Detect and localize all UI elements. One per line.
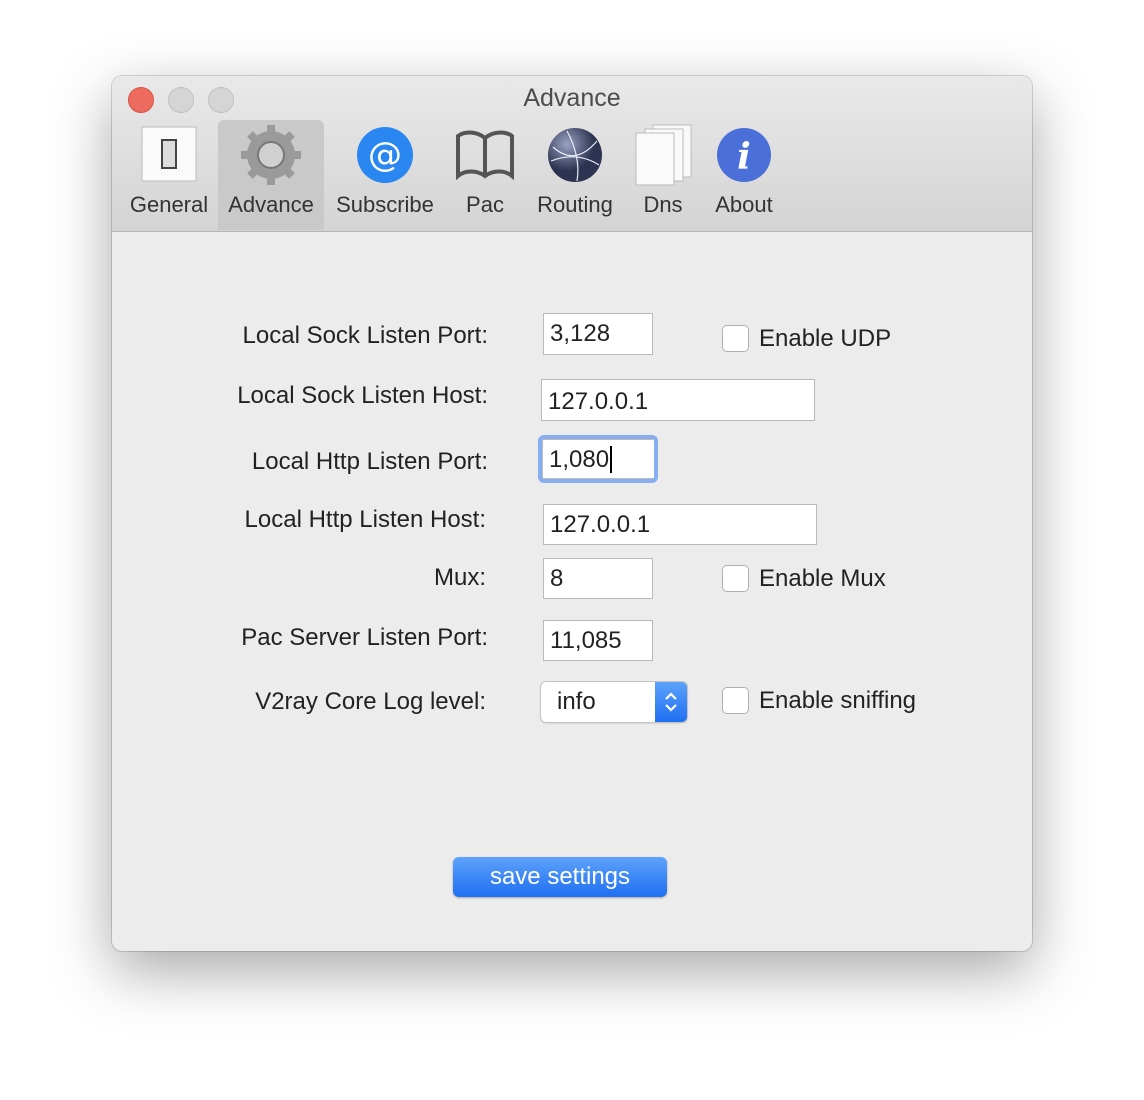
sock-host-input[interactable]: 127.0.0.1: [541, 379, 815, 421]
enable-mux-label: Enable Mux: [759, 565, 886, 592]
tab-subscribe[interactable]: @ Subscribe: [330, 120, 440, 230]
pac-port-input[interactable]: 11,085: [543, 620, 653, 661]
tab-dns[interactable]: Dns: [628, 120, 698, 230]
book-icon: [455, 120, 515, 190]
toolbar: Advance General Advance @ Subscribe Pac …: [112, 76, 1032, 232]
sock-host-label: Local Sock Listen Host:: [237, 382, 488, 409]
http-port-value: 1,080: [549, 446, 610, 473]
text-cursor: [610, 446, 619, 473]
svg-text:i: i: [737, 136, 751, 178]
http-host-label: Local Http Listen Host:: [244, 506, 486, 533]
sock-port-input[interactable]: 3,128: [543, 313, 653, 355]
switch-icon: [141, 120, 197, 190]
pac-port-label: Pac Server Listen Port:: [241, 624, 488, 651]
at-icon: @: [356, 120, 414, 190]
chevron-updown-icon: [655, 682, 687, 722]
tab-pac[interactable]: Pac: [452, 120, 518, 230]
gear-icon: [239, 120, 303, 190]
sock-port-label: Local Sock Listen Port:: [242, 322, 488, 349]
save-settings-button[interactable]: save settings: [453, 857, 667, 897]
http-host-input[interactable]: 127.0.0.1: [543, 504, 817, 545]
enable-sniffing-label: Enable sniffing: [759, 687, 917, 714]
enable-udp-label: Enable UDP: [759, 325, 892, 352]
window-title: Advance: [523, 84, 621, 112]
mux-input[interactable]: 8: [543, 558, 653, 599]
enable-mux-checkbox[interactable]: [722, 565, 749, 592]
globe-network-icon: [547, 120, 603, 190]
http-port-label: Local Http Listen Port:: [251, 448, 488, 475]
tab-advance[interactable]: Advance: [218, 120, 324, 230]
tab-general[interactable]: General: [126, 120, 212, 230]
tab-routing[interactable]: Routing: [530, 120, 620, 230]
info-icon: i: [716, 120, 772, 190]
log-level-label: V2ray Core Log level:: [255, 688, 486, 715]
mux-label: Mux:: [433, 564, 486, 591]
log-level-select[interactable]: info: [541, 682, 687, 722]
documents-icon: [633, 120, 693, 190]
tab-about[interactable]: i About: [706, 120, 782, 230]
svg-text:@: @: [368, 135, 402, 175]
http-port-input[interactable]: 1,080: [538, 435, 658, 483]
enable-sniffing-checkbox[interactable]: [722, 687, 749, 714]
enable-udp-checkbox[interactable]: [722, 325, 749, 352]
log-level-value: info: [557, 688, 596, 715]
